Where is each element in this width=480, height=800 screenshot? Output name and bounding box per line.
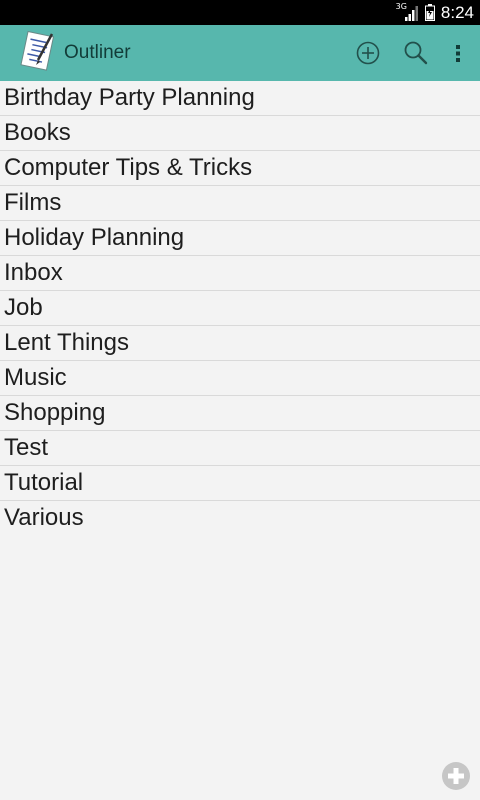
status-bar: 3G 8:24 bbox=[0, 0, 480, 25]
list-item-birthday-party-planning[interactable]: Birthday Party Planning bbox=[0, 81, 480, 116]
app-bar: Outliner bbox=[0, 25, 480, 81]
list-item-label: Books bbox=[4, 119, 71, 146]
plus-icon bbox=[448, 768, 464, 784]
list-item-shopping[interactable]: Shopping bbox=[0, 396, 480, 431]
list-item-label: Birthday Party Planning bbox=[4, 84, 255, 111]
list-item-label: Shopping bbox=[4, 399, 106, 426]
list-item-label: Inbox bbox=[4, 259, 63, 286]
outliner-logo-icon[interactable] bbox=[18, 30, 58, 74]
list-item-test[interactable]: Test bbox=[0, 431, 480, 466]
list-item-label: Tutorial bbox=[4, 469, 84, 496]
status-time: 8:24 bbox=[440, 2, 474, 22]
signal-icon bbox=[404, 5, 418, 21]
list-item-label: Holiday Planning bbox=[4, 224, 185, 251]
list-item-books[interactable]: Books bbox=[0, 116, 480, 151]
list-item-computer-tips-tricks[interactable]: Computer Tips & Tricks bbox=[0, 151, 480, 186]
outline-list: Birthday Party Planning Books Computer T… bbox=[0, 81, 480, 535]
add-circle-icon[interactable] bbox=[354, 39, 382, 67]
list-item-label: Computer Tips & Tricks bbox=[4, 154, 253, 181]
list-item-music[interactable]: Music bbox=[0, 361, 480, 396]
list-item-inbox[interactable]: Inbox bbox=[0, 256, 480, 291]
list-item-lent-things[interactable]: Lent Things bbox=[0, 326, 480, 361]
list-item-label: Test bbox=[4, 434, 49, 461]
list-item-label: Music bbox=[4, 364, 67, 391]
list-item-various[interactable]: Various bbox=[0, 501, 480, 535]
list-item-films[interactable]: Films bbox=[0, 186, 480, 221]
list-item-tutorial[interactable]: Tutorial bbox=[0, 466, 480, 501]
list-item-label: Various bbox=[4, 504, 84, 531]
network-type-label: 3G bbox=[395, 1, 407, 11]
app-title: Outliner bbox=[64, 42, 131, 63]
add-item-button[interactable] bbox=[442, 762, 470, 790]
list-item-label: Lent Things bbox=[4, 329, 129, 356]
list-item-label: Films bbox=[4, 189, 62, 216]
battery-icon bbox=[424, 4, 435, 21]
list-item-holiday-planning[interactable]: Holiday Planning bbox=[0, 221, 480, 256]
list-item-label: Job bbox=[4, 294, 43, 321]
list-item-job[interactable]: Job bbox=[0, 291, 480, 326]
search-icon[interactable] bbox=[402, 39, 430, 67]
overflow-menu-icon[interactable] bbox=[444, 39, 472, 67]
status-icons: 3G 8:24 bbox=[396, 0, 474, 25]
